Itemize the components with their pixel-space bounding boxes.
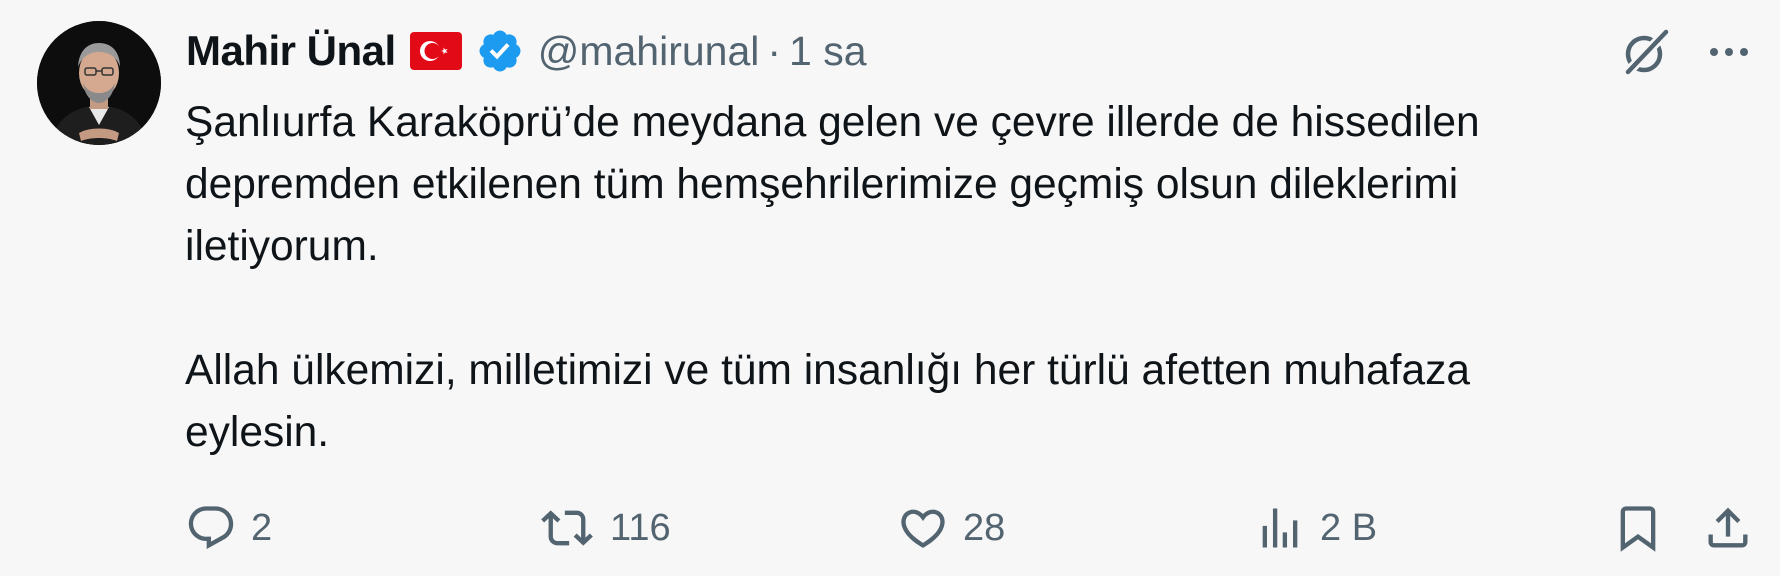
reply-count: 2 [251, 506, 273, 549]
reply-icon [188, 506, 234, 550]
more-options-button[interactable] [1706, 34, 1752, 70]
tweet-timestamp[interactable]: 1 sa [789, 28, 867, 75]
action-bar: 2 116 28 2 B [0, 500, 1780, 556]
share-button[interactable] [1702, 500, 1754, 556]
repost-button[interactable]: 116 [538, 500, 671, 556]
like-button[interactable]: 28 [897, 500, 1005, 556]
grok-icon [1624, 28, 1670, 76]
bookmark-button[interactable] [1612, 500, 1664, 556]
reply-button[interactable]: 2 [185, 500, 272, 556]
tweet-paragraph: Şanlıurfa Karaköprü’de meydana gelen ve … [185, 99, 1480, 270]
turkey-flag-icon [409, 32, 462, 70]
repost-count: 116 [610, 506, 671, 549]
views-button[interactable]: 2 B [1254, 500, 1377, 556]
repost-icon [541, 510, 593, 546]
tweet-text: Şanlıurfa Karaköprü’de meydana gelen ve … [185, 92, 1625, 464]
profile-photo-icon [37, 21, 161, 145]
verified-badge-icon[interactable] [476, 27, 524, 75]
tweet: Mahir Ünal @mahirunal · 1 sa Şanlıurfa K… [0, 0, 1780, 576]
avatar[interactable] [37, 21, 161, 145]
separator-dot: · [767, 27, 782, 74]
tweet-header: Mahir Ünal @mahirunal · 1 sa [186, 26, 867, 76]
views-chart-icon [1262, 508, 1298, 548]
views-count: 2 B [1320, 506, 1378, 549]
like-count: 28 [963, 506, 1006, 549]
more-dots-icon [1710, 48, 1748, 56]
bookmark-icon [1620, 506, 1656, 552]
grok-button[interactable] [1618, 24, 1674, 80]
heart-icon [901, 509, 945, 548]
share-icon [1708, 507, 1748, 548]
author-name[interactable]: Mahir Ünal [186, 27, 396, 75]
author-handle[interactable]: @mahirunal [538, 28, 760, 75]
tweet-paragraph: Allah ülkemizi, milletimizi ve tüm insan… [185, 347, 1470, 456]
